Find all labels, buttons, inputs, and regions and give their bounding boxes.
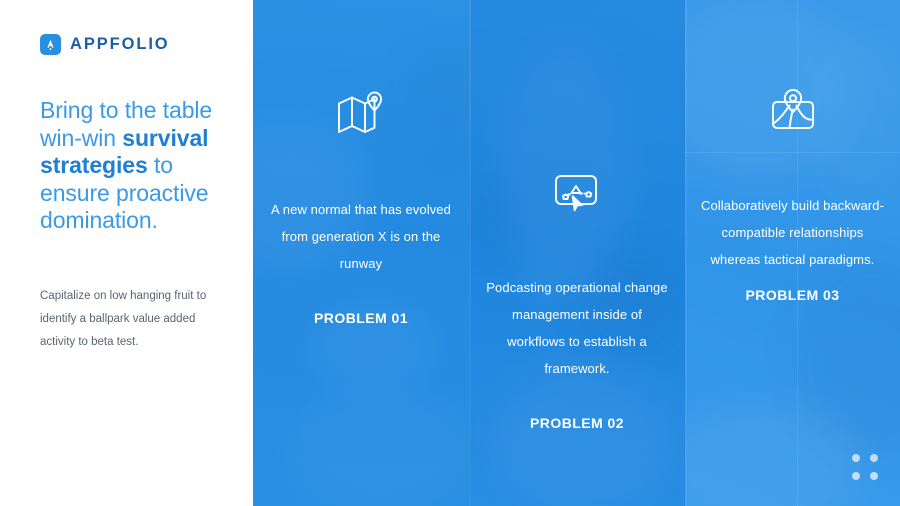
problem-panel-1-text: A new normal that has evolved from gener… bbox=[271, 202, 451, 271]
problem-panels: A new normal that has evolved from gener… bbox=[253, 0, 900, 506]
problem-panel-2[interactable]: Podcasting operational change management… bbox=[469, 0, 685, 506]
brand-logo[interactable]: APPFOLIO bbox=[40, 34, 215, 55]
appfolio-a-mark-icon bbox=[40, 34, 61, 55]
pagination-dot[interactable] bbox=[870, 472, 878, 480]
brand-name: APPFOLIO bbox=[70, 35, 170, 54]
pagination-dot[interactable] bbox=[852, 472, 860, 480]
problem-panel-3-text: Collaboratively build backward-compatibl… bbox=[700, 198, 884, 267]
map-location-pin-icon bbox=[769, 88, 817, 134]
problem-panel-1-label: PROBLEM 01 bbox=[314, 310, 408, 326]
sidebar-blurb: Capitalize on low hanging fruit to ident… bbox=[40, 289, 207, 348]
pagination-dot[interactable] bbox=[852, 454, 860, 462]
page-title: Bring to the table win-win survival stra… bbox=[40, 97, 215, 235]
slide-root: APPFOLIO Bring to the table win-win surv… bbox=[0, 0, 900, 506]
pagination-dot[interactable] bbox=[870, 454, 878, 462]
problem-panel-1[interactable]: A new normal that has evolved from gener… bbox=[253, 0, 469, 506]
problem-panel-2-text: Podcasting operational change management… bbox=[486, 280, 668, 376]
problem-panel-3[interactable]: Collaboratively build backward-compatibl… bbox=[685, 0, 900, 506]
sidebar: APPFOLIO Bring to the table win-win surv… bbox=[0, 0, 253, 506]
network-map-cursor-icon bbox=[553, 172, 601, 216]
problem-panel-3-label: PROBLEM 03 bbox=[745, 287, 840, 303]
problem-panel-2-label: PROBLEM 02 bbox=[530, 415, 624, 431]
grid-dots-icon[interactable] bbox=[852, 454, 878, 480]
folded-map-pin-icon bbox=[336, 88, 386, 136]
